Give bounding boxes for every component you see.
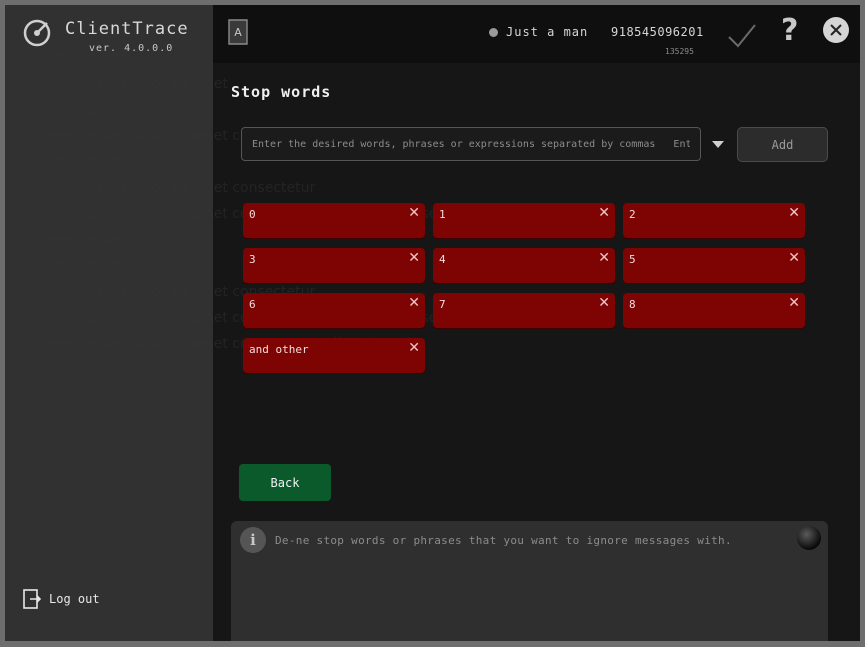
- info-icon: i: [240, 527, 266, 553]
- remove-chip-icon[interactable]: ✕: [788, 295, 800, 311]
- back-button[interactable]: Back: [239, 464, 331, 501]
- logout-icon: [23, 589, 41, 609]
- stop-word-chip: 5 ✕: [623, 248, 805, 283]
- top-bar: A Just a man 918545096201 135295 ?: [213, 5, 860, 63]
- phone-sub-id: 135295: [665, 47, 694, 56]
- phone-number: 918545096201: [611, 25, 704, 39]
- page-title: Stop words: [231, 83, 332, 101]
- stop-word-chip: 3 ✕: [243, 248, 425, 283]
- remove-chip-icon[interactable]: ✕: [598, 205, 610, 221]
- chip-label: 3: [249, 253, 256, 266]
- remove-chip-icon[interactable]: ✕: [408, 205, 420, 221]
- remove-chip-icon[interactable]: ✕: [408, 295, 420, 311]
- logout-button[interactable]: Log out: [23, 589, 100, 609]
- app-name: ClientTrace: [65, 19, 189, 39]
- app-version: ver. 4.0.0.0: [89, 43, 174, 54]
- chip-label: 4: [439, 253, 446, 266]
- remove-chip-icon[interactable]: ✕: [788, 250, 800, 266]
- stop-word-chip: 1 ✕: [433, 203, 615, 238]
- add-button[interactable]: Add: [737, 127, 828, 162]
- remove-chip-icon[interactable]: ✕: [408, 250, 420, 266]
- hint-panel: i De-ne stop words or phrases that you w…: [231, 521, 828, 641]
- user-name: Just a man: [506, 25, 589, 39]
- chip-label: 2: [629, 208, 636, 221]
- stop-words-field[interactable]: [241, 127, 701, 161]
- stop-words-input[interactable]: [242, 128, 700, 160]
- sidebar: ClientTrace ver. 4.0.0.0 Log out: [5, 5, 213, 641]
- remove-chip-icon[interactable]: ✕: [788, 205, 800, 221]
- chip-label: 1: [439, 208, 446, 221]
- stop-word-chip: 0 ✕: [243, 203, 425, 238]
- remove-chip-icon[interactable]: ✕: [598, 295, 610, 311]
- chip-label: 8: [629, 298, 636, 311]
- logo-icon: [23, 19, 51, 47]
- chip-label: 6: [249, 298, 256, 311]
- app-window: Lorem ipsumLorem ipsum dolor sit ametLor…: [5, 5, 860, 641]
- logout-label: Log out: [49, 592, 100, 606]
- chip-label: and other: [249, 343, 309, 356]
- chip-label: 5: [629, 253, 636, 266]
- chevron-down-icon[interactable]: [712, 141, 724, 148]
- status-dot: [489, 27, 498, 37]
- chip-label: 0: [249, 208, 256, 221]
- stop-word-chip: 6 ✕: [243, 293, 425, 328]
- stop-word-chip: and other ✕: [243, 338, 425, 373]
- stop-word-chip: 4 ✕: [433, 248, 615, 283]
- stop-word-chip: 8 ✕: [623, 293, 805, 328]
- document-icon[interactable]: A: [227, 19, 249, 45]
- user-status: Just a man: [489, 25, 588, 39]
- svg-text:A: A: [234, 26, 242, 39]
- orb-icon[interactable]: [797, 526, 821, 550]
- help-icon[interactable]: ?: [781, 13, 798, 48]
- stop-word-chip: 7 ✕: [433, 293, 615, 328]
- remove-chip-icon[interactable]: ✕: [598, 250, 610, 266]
- remove-chip-icon[interactable]: ✕: [408, 340, 420, 356]
- close-icon: [830, 24, 842, 36]
- hint-text: De-ne stop words or phrases that you wan…: [275, 534, 732, 547]
- chip-label: 7: [439, 298, 446, 311]
- close-button[interactable]: [823, 17, 849, 43]
- stop-word-chip: 2 ✕: [623, 203, 805, 238]
- check-icon[interactable]: [727, 23, 757, 49]
